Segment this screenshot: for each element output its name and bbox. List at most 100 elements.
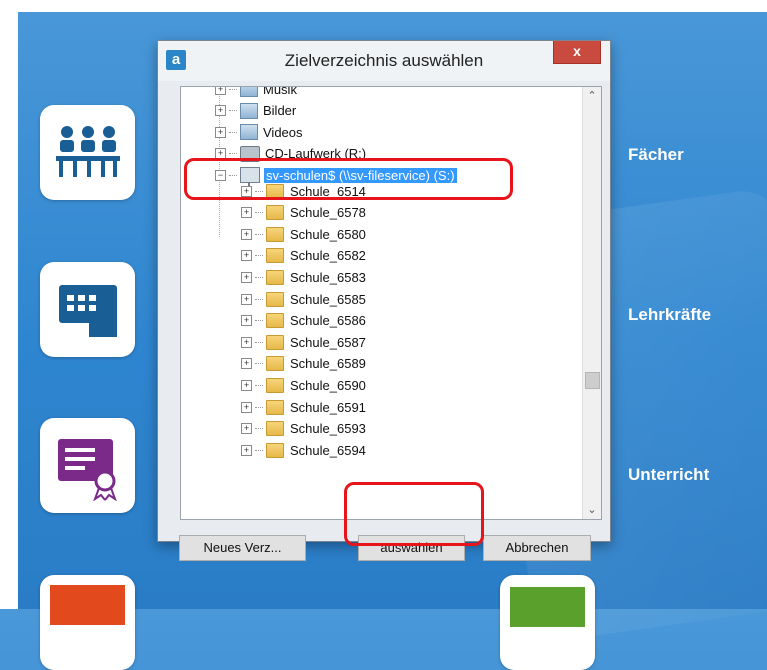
- expand-icon[interactable]: +: [241, 423, 252, 435]
- desktop-top-border: [0, 0, 767, 12]
- tree-connector: [229, 153, 237, 155]
- tree-connector: [255, 320, 263, 322]
- expand-icon[interactable]: +: [215, 87, 226, 95]
- tree-connector: [255, 255, 263, 257]
- tree-connector: [255, 363, 263, 365]
- expand-icon[interactable]: +: [241, 444, 252, 456]
- folder-item[interactable]: + Schule_6593: [241, 419, 366, 439]
- folder-icon: [266, 183, 284, 199]
- folder-item[interactable]: + Schule_6591: [241, 397, 366, 417]
- expand-icon[interactable]: +: [241, 228, 252, 240]
- folder-item[interactable]: + Schule_6590: [241, 375, 366, 395]
- tree-connector: [229, 131, 237, 133]
- dialog-title: Zielverzeichnis auswählen: [284, 51, 484, 70]
- tree-connector: [255, 428, 263, 430]
- folder-icon: [266, 313, 284, 329]
- folder-icon: [266, 442, 284, 458]
- folder-icon: [266, 356, 284, 372]
- expand-icon[interactable]: +: [241, 207, 252, 219]
- tile-certificate[interactable]: [40, 418, 135, 513]
- tree-connector: [255, 190, 263, 192]
- tree-item-label: Bilder: [263, 103, 297, 119]
- label-subjects[interactable]: Fächer: [628, 145, 684, 165]
- tree-item-label: Videos: [263, 124, 303, 140]
- scroll-down-icon[interactable]: ⌄: [583, 501, 601, 519]
- folder-item[interactable]: + Schule_6589: [241, 354, 366, 374]
- tile-timetable[interactable]: [40, 262, 135, 357]
- folder-icon: [266, 399, 284, 415]
- folder-item[interactable]: + Schule_6587: [241, 332, 366, 352]
- expand-icon[interactable]: +: [215, 126, 226, 138]
- folder-item[interactable]: + Schule_6583: [241, 267, 366, 287]
- folder-icon: [266, 269, 284, 285]
- folder-label: Schule_6582: [290, 248, 366, 264]
- tree-item[interactable]: + Videos: [215, 122, 303, 142]
- tree-connector: [255, 449, 263, 451]
- label-teachers[interactable]: Lehrkräfte: [628, 305, 711, 325]
- videos-library-icon: [240, 124, 258, 141]
- folder-icon: [266, 291, 284, 307]
- dialog-titlebar[interactable]: a Zielverzeichnis auswählen x: [158, 41, 610, 81]
- folder-icon: [266, 226, 284, 242]
- cancel-button[interactable]: Abbrechen: [483, 535, 591, 561]
- expand-icon[interactable]: +: [241, 358, 252, 370]
- expand-icon[interactable]: +: [241, 185, 252, 197]
- tree-item-label: CD-Laufwerk (R:): [265, 146, 367, 162]
- tree-connector: [255, 406, 263, 408]
- folder-item[interactable]: + Schule_6514: [241, 181, 366, 201]
- folder-icon: [266, 248, 284, 264]
- folder-label: Schule_6583: [290, 269, 366, 285]
- tree-item[interactable]: + Musik: [215, 86, 297, 99]
- tile-bottom-left[interactable]: [40, 575, 135, 670]
- timetable-icon: [58, 284, 117, 337]
- folder-label: Schule_6586: [290, 313, 366, 329]
- music-library-icon: [240, 87, 258, 97]
- folder-label: Schule_6591: [290, 399, 366, 415]
- expand-icon[interactable]: +: [241, 401, 252, 413]
- folder-label: Schule_6594: [290, 442, 366, 458]
- scroll-up-icon[interactable]: ⌃: [583, 87, 601, 105]
- tree-connector: [229, 88, 237, 90]
- tree-connector: [255, 341, 263, 343]
- certificate-icon: [57, 438, 117, 501]
- expand-icon[interactable]: +: [215, 105, 226, 117]
- expand-icon[interactable]: +: [241, 315, 252, 327]
- folder-item[interactable]: + Schule_6585: [241, 289, 366, 309]
- expand-icon[interactable]: +: [241, 336, 252, 348]
- expand-icon[interactable]: +: [241, 379, 252, 391]
- new-folder-button[interactable]: Neues Verz...: [179, 535, 306, 561]
- folder-item[interactable]: + Schule_6594: [241, 440, 366, 460]
- tile-classes[interactable]: [40, 105, 135, 200]
- folder-label: Schule_6587: [290, 334, 366, 350]
- folder-label: Schule_6593: [290, 421, 366, 437]
- cd-drive-icon: [240, 145, 260, 162]
- tree-item[interactable]: + CD-Laufwerk (R:): [215, 144, 366, 164]
- vertical-scrollbar[interactable]: ⌃ ⌄: [582, 87, 601, 519]
- folder-label: Schule_6514: [290, 183, 366, 199]
- tile-bottom-right[interactable]: [500, 575, 595, 670]
- tree-connector: [255, 298, 263, 300]
- expand-icon[interactable]: +: [241, 271, 252, 283]
- tree-item-label: Musik: [263, 86, 297, 97]
- label-lessons[interactable]: Unterricht: [628, 465, 709, 485]
- folder-tree-content: + Musik + Bilder + Videos + CD-Laufwerk (R:) − sv…: [181, 87, 583, 519]
- tree-connector: [255, 233, 263, 235]
- expand-icon[interactable]: +: [215, 148, 226, 160]
- folder-item[interactable]: + Schule_6582: [241, 246, 366, 266]
- folder-icon: [266, 205, 284, 221]
- folder-item[interactable]: + Schule_6580: [241, 224, 366, 244]
- folder-label: Schule_6585: [290, 291, 366, 307]
- select-button[interactable]: auswählen: [358, 535, 465, 561]
- expand-icon[interactable]: +: [241, 250, 252, 262]
- orange-tile-icon: [50, 585, 125, 625]
- tree-item[interactable]: + Bilder: [215, 101, 296, 121]
- collapse-icon[interactable]: −: [215, 169, 226, 181]
- scroll-thumb[interactable]: [585, 372, 600, 389]
- people-group-icon: [55, 125, 120, 177]
- folder-item[interactable]: + Schule_6578: [241, 203, 366, 223]
- expand-icon[interactable]: +: [241, 293, 252, 305]
- folder-icon: [266, 377, 284, 393]
- close-button[interactable]: x: [553, 41, 601, 64]
- pictures-library-icon: [240, 102, 258, 119]
- folder-item[interactable]: + Schule_6586: [241, 311, 366, 331]
